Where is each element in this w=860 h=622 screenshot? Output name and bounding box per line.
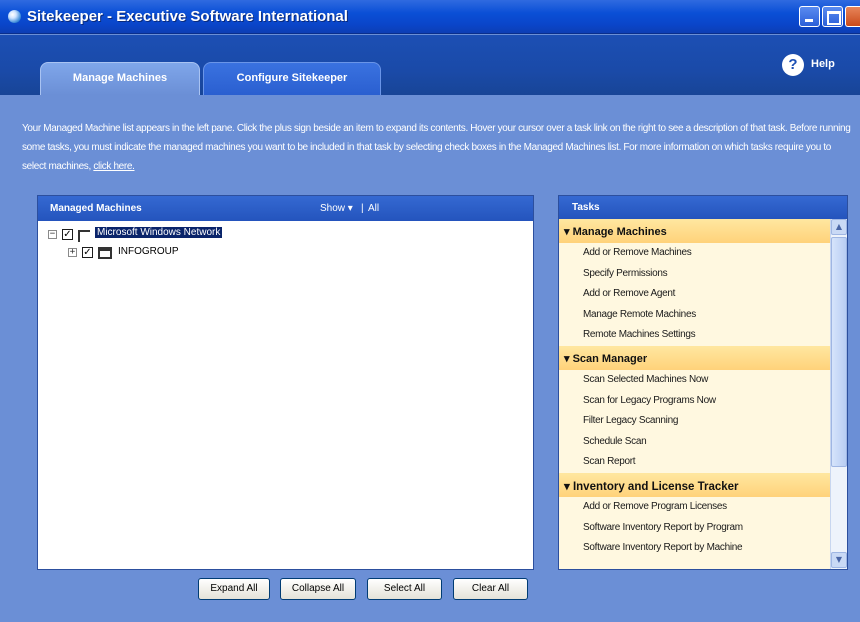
maximize-button[interactable] (822, 6, 843, 27)
header-separator: | (361, 203, 364, 214)
instructions-text: Your Managed Machine list appears in the… (22, 119, 852, 176)
managed-machines-panel: Managed Machines Show ▾ | All − ✓ Micros… (37, 195, 534, 570)
network-icon (78, 230, 90, 242)
task-schedule-scan[interactable]: Schedule Scan (559, 432, 830, 453)
task-add-remove-machines[interactable]: Add or Remove Machines (559, 243, 830, 264)
task-scan-selected-machines[interactable]: Scan Selected Machines Now (559, 370, 830, 391)
section-scan-manager[interactable]: ▾ Scan Manager (559, 345, 830, 370)
title-bar[interactable]: Sitekeeper - Executive Software Internat… (0, 0, 860, 34)
task-inventory-report-by-program[interactable]: Software Inventory Report by Program (559, 518, 830, 539)
close-button[interactable] (845, 6, 860, 27)
network-checkbox[interactable]: ✓ (62, 229, 73, 240)
task-remote-machines-settings[interactable]: Remote Machines Settings (559, 325, 830, 346)
click-here-link[interactable]: click here. (93, 161, 135, 172)
app-window: Sitekeeper - Executive Software Internat… (0, 0, 860, 622)
clear-all-button[interactable]: Clear All (453, 578, 528, 600)
tab-manage-machines[interactable]: Manage Machines (40, 62, 200, 95)
expand-all-button[interactable]: Expand All (198, 578, 270, 600)
machine-tree: − ✓ Microsoft Windows Network + ✓ INFOGR… (38, 221, 533, 570)
instructions-body: Your Managed Machine list appears in the… (22, 123, 851, 172)
window-title: Sitekeeper - Executive Software Internat… (27, 8, 348, 25)
infogroup-checkbox[interactable]: ✓ (82, 247, 93, 258)
expand-toggle[interactable]: + (68, 248, 77, 257)
section-inventory-license-tracker[interactable]: ▾ Inventory and License Tracker (559, 472, 830, 497)
scroll-up-button[interactable]: ▲ (831, 219, 847, 235)
managed-machines-title: Managed Machines (50, 203, 142, 214)
workgroup-icon (98, 247, 112, 259)
task-add-remove-program-licenses[interactable]: Add or Remove Program Licenses (559, 497, 830, 518)
help-link[interactable]: Help (811, 58, 835, 70)
scroll-thumb[interactable] (831, 237, 847, 467)
collapse-all-button[interactable]: Collapse All (280, 578, 356, 600)
sitekeeper-app-icon[interactable] (8, 10, 21, 23)
show-dropdown[interactable]: Show ▾ (320, 203, 353, 214)
show-all-link[interactable]: All (368, 203, 379, 214)
section-manage-machines[interactable]: ▾ Manage Machines (559, 219, 830, 243)
select-all-button[interactable]: Select All (367, 578, 442, 600)
tab-configure-sitekeeper[interactable]: Configure Sitekeeper (203, 62, 381, 95)
task-scan-report[interactable]: Scan Report (559, 452, 830, 473)
minimize-button[interactable] (799, 6, 820, 27)
managed-machines-header: Managed Machines Show ▾ | All (38, 196, 533, 221)
tree-item-infogroup[interactable]: INFOGROUP (118, 246, 179, 257)
task-add-remove-agent[interactable]: Add or Remove Agent (559, 284, 830, 305)
tasks-list: ▾ Manage Machines Add or Remove Machines… (559, 219, 830, 569)
tasks-header: Tasks (559, 196, 847, 219)
tasks-scrollbar[interactable]: ▲ ▼ (830, 219, 847, 569)
task-scan-legacy-programs[interactable]: Scan for Legacy Programs Now (559, 391, 830, 412)
tree-item-microsoft-windows-network[interactable]: Microsoft Windows Network (95, 227, 223, 238)
help-icon[interactable]: ? (782, 54, 804, 76)
scroll-down-button[interactable]: ▼ (831, 552, 847, 568)
task-specify-permissions[interactable]: Specify Permissions (559, 264, 830, 285)
task-inventory-report-by-machine[interactable]: Software Inventory Report by Machine (559, 538, 830, 559)
task-filter-legacy-scanning[interactable]: Filter Legacy Scanning (559, 411, 830, 432)
collapse-toggle[interactable]: − (48, 230, 57, 239)
tasks-panel: Tasks ▾ Manage Machines Add or Remove Ma… (558, 195, 848, 570)
task-manage-remote-machines[interactable]: Manage Remote Machines (559, 305, 830, 326)
